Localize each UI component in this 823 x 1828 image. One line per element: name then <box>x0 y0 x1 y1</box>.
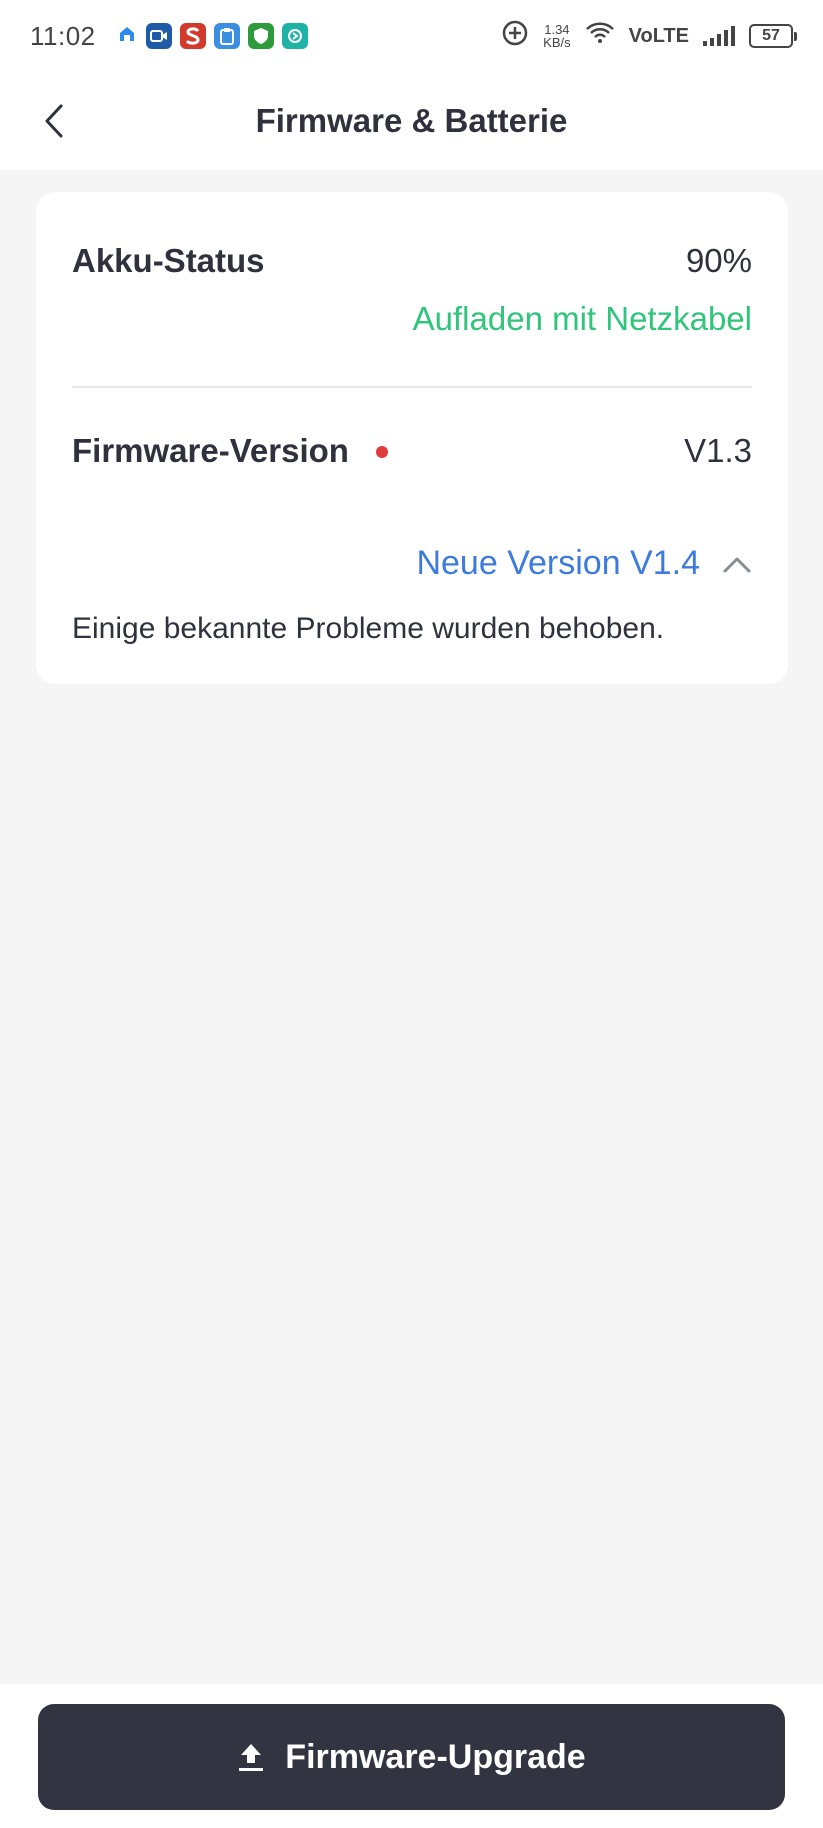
status-bar: 11:02 1.34 KB/s VoLTE 57 <box>0 0 823 72</box>
battery-status-value: 90% <box>685 242 752 279</box>
firmware-upgrade-label: Firmware-Upgrade <box>285 1737 586 1776</box>
firmware-upgrade-button[interactable]: Firmware-Upgrade <box>38 1704 785 1810</box>
back-button[interactable] <box>34 96 74 146</box>
data-saver-icon <box>501 19 529 53</box>
app-header: Firmware & Batterie <box>0 72 823 170</box>
battery-level: 57 <box>762 27 780 44</box>
signal-icon <box>703 26 735 46</box>
release-notes: Einige bekannte Probleme wurden behoben. <box>72 612 665 645</box>
page-title: Firmware & Batterie <box>255 102 568 139</box>
wifi-icon <box>585 21 615 51</box>
network-speed-unit: KB/s <box>543 35 571 50</box>
volte-label: VoLTE <box>628 24 689 47</box>
clipboard-app-icon <box>213 23 240 49</box>
home-app-icon <box>116 21 138 52</box>
new-version-label: Neue Version V1.4 <box>416 544 700 582</box>
status-time: 11:02 <box>30 20 96 51</box>
sync-app-icon <box>281 23 308 49</box>
firmware-current-version: V1.3 <box>684 432 752 469</box>
camera-app-icon <box>145 23 172 49</box>
bottom-bar: Firmware-Upgrade <box>0 1684 823 1828</box>
status-left: 11:02 <box>30 21 308 52</box>
update-available-dot <box>376 446 388 458</box>
firmware-version-label: Firmware-Version <box>72 432 349 469</box>
shield-app-icon <box>247 23 274 49</box>
battery-status-label: Akku-Status <box>72 242 265 279</box>
charging-status: Aufladen mit Netzkabel <box>412 300 752 337</box>
chevron-up-icon <box>723 557 751 572</box>
battery-icon: 57 <box>749 24 797 48</box>
status-right: 1.34 KB/s VoLTE 57 <box>501 19 797 53</box>
firmware-battery-card: Akku-Status 90% Aufladen mit Netzkabel F… <box>36 192 788 684</box>
new-version-toggle[interactable]: Neue Version V1.4 <box>416 544 752 583</box>
chevron-left-icon <box>45 104 63 138</box>
s-app-icon <box>179 23 206 49</box>
upload-icon <box>239 1744 264 1771</box>
divider <box>72 386 752 388</box>
network-speed: 1.34 KB/s <box>543 23 570 49</box>
